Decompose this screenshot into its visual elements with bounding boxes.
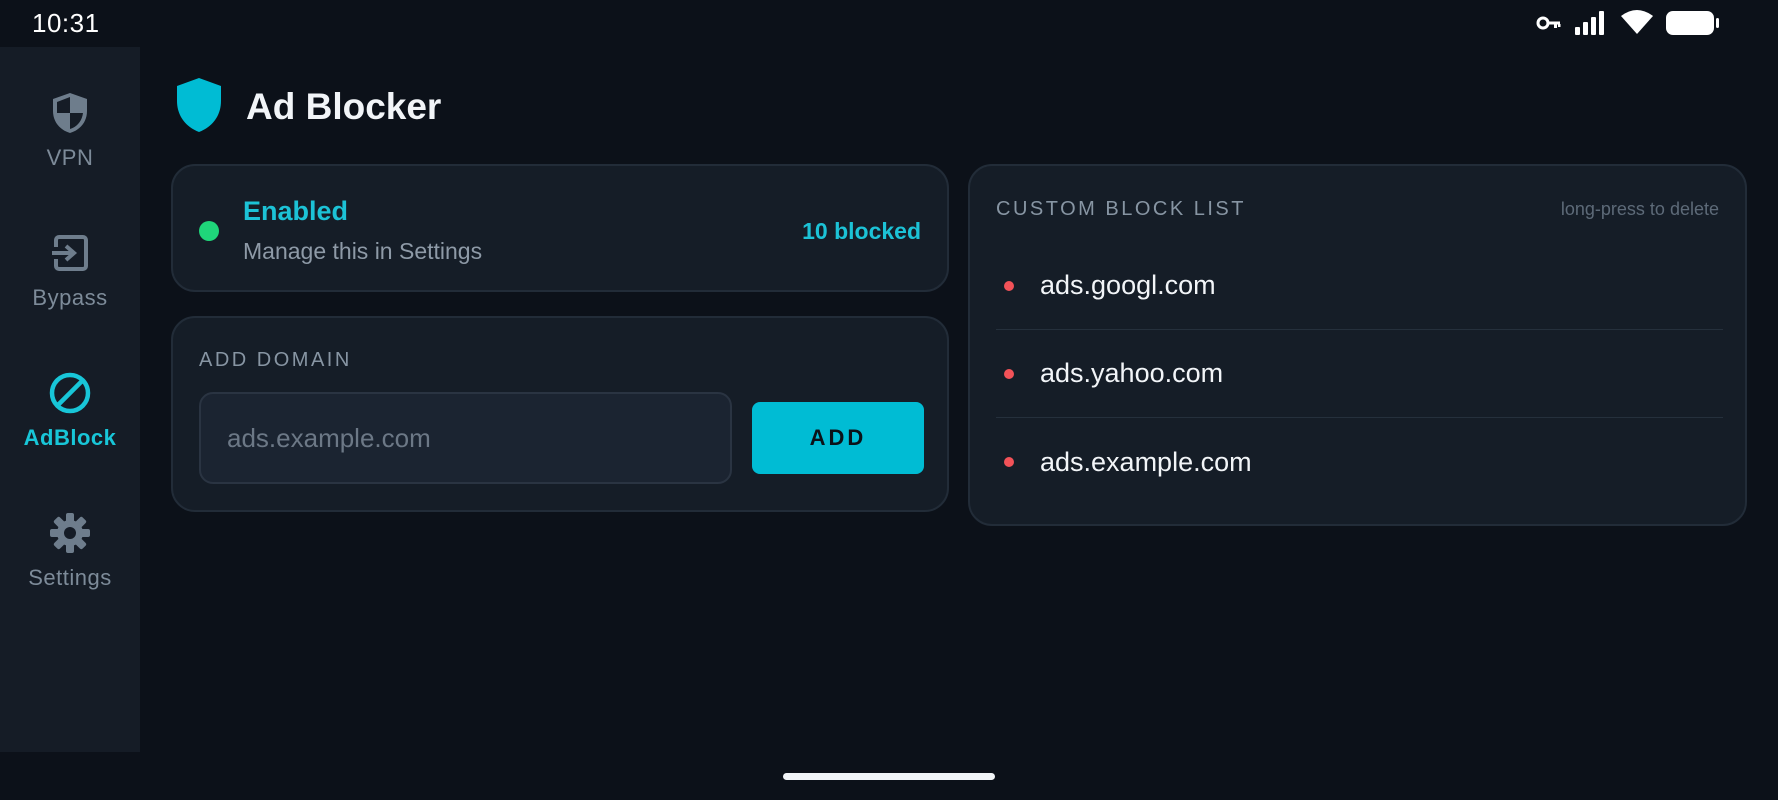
list-item[interactable]: ads.yahoo.com <box>996 330 1723 418</box>
signal-icon <box>1574 11 1608 35</box>
sidebar-item-vpn[interactable]: VPN <box>0 91 140 201</box>
blocked-domain: ads.yahoo.com <box>1040 358 1224 388</box>
add-domain-button[interactable]: ADD <box>752 402 924 474</box>
blocked-domain: ads.googl.com <box>1040 270 1216 300</box>
key-icon <box>1536 14 1562 32</box>
add-domain-card: ADD DOMAIN ADD <box>171 316 949 512</box>
bullet <box>1004 457 1014 467</box>
home-indicator[interactable] <box>783 773 995 780</box>
shield-icon <box>176 77 222 138</box>
sidebar-item-settings[interactable]: Settings <box>0 511 140 621</box>
bullet <box>1004 368 1014 379</box>
wifi-icon <box>1620 10 1654 36</box>
block-icon <box>48 371 92 415</box>
list-hint: long-press to delete <box>1560 199 1719 219</box>
status-time: 10:31 <box>32 7 100 38</box>
sidebar-item-adblock[interactable]: AdBlock <box>0 371 140 481</box>
battery-icon <box>1666 10 1720 36</box>
sidebar-item-label: Settings <box>28 565 112 590</box>
block-list: ads.googl.com ads.yahoo.com ads.example.… <box>996 242 1723 506</box>
blocked-count: 10 blocked <box>802 218 921 244</box>
status-indicator <box>199 221 219 241</box>
status-card: Enabled Manage this in Settings 10 block… <box>171 164 949 292</box>
page-header: Ad Blocker <box>176 77 442 138</box>
blocked-domain: ads.example.com <box>1040 446 1252 477</box>
bullet <box>1004 280 1014 291</box>
domain-input[interactable] <box>199 392 732 484</box>
list-item[interactable]: ads.googl.com <box>996 242 1723 330</box>
sidebar-item-bypass[interactable]: Bypass <box>0 231 140 341</box>
sidebar-item-label: Bypass <box>32 285 108 310</box>
shield-icon <box>48 91 92 135</box>
status-title: Enabled <box>243 196 349 226</box>
bypass-icon <box>48 231 92 275</box>
status-subtitle: Manage this in Settings <box>243 238 483 264</box>
status-icons <box>1536 10 1720 36</box>
page-title: Ad Blocker <box>246 86 442 127</box>
section-label: ADD DOMAIN <box>199 349 352 371</box>
sidebar-item-label: AdBlock <box>23 425 117 450</box>
section-label: CUSTOM BLOCK LIST <box>996 198 1246 220</box>
status-bar: 10:31 <box>0 0 1778 46</box>
gear-icon <box>48 511 92 555</box>
custom-block-list-card: CUSTOM BLOCK LIST long-press to delete a… <box>968 164 1747 526</box>
sidebar: VPN Bypass AdBlock Settings <box>0 47 140 752</box>
list-item[interactable]: ads.example.com <box>996 418 1723 506</box>
sidebar-item-label: VPN <box>46 145 94 170</box>
